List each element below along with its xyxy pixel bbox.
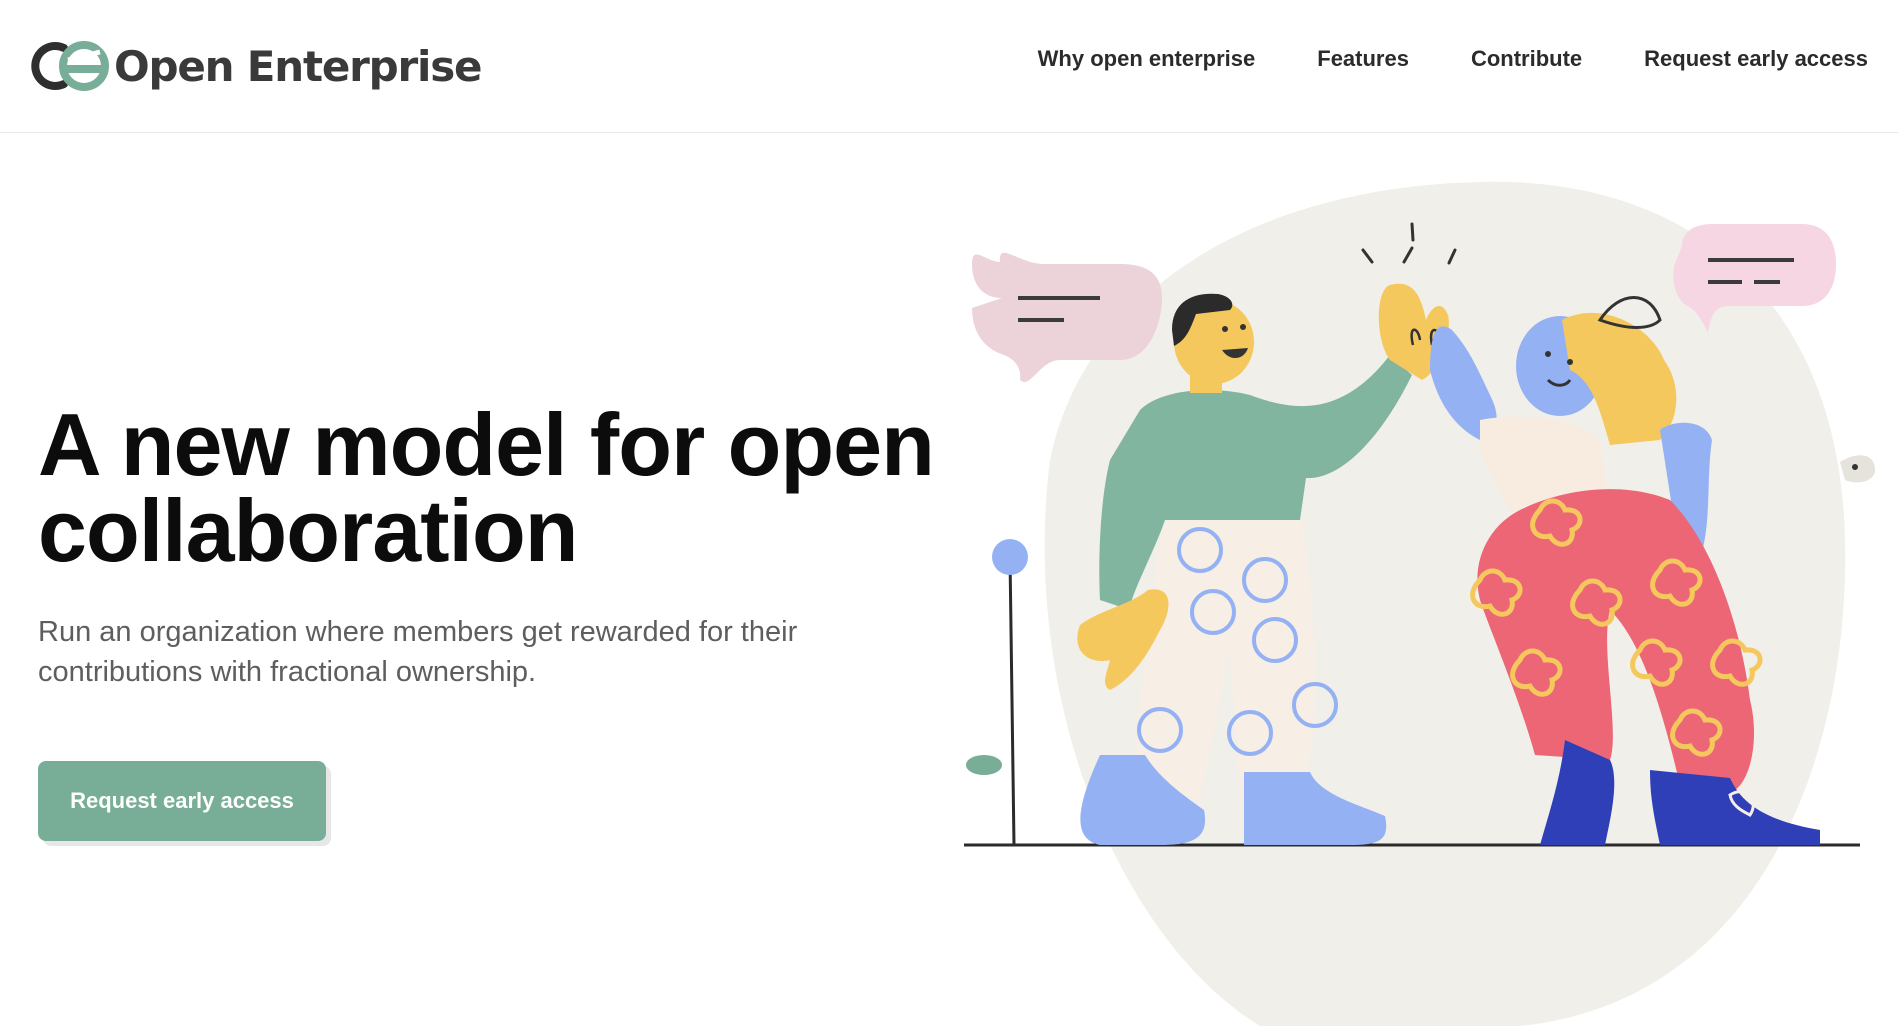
main-nav: Why open enterprise Features Contribute … xyxy=(1038,46,1868,72)
nav-contribute[interactable]: Contribute xyxy=(1471,46,1582,72)
bird-icon xyxy=(1840,455,1875,483)
hero-subtitle: Run an organization where members get re… xyxy=(38,616,798,688)
nav-request-early-access[interactable]: Request early access xyxy=(1644,46,1868,72)
brand-logo[interactable]: Open Enterprise xyxy=(24,36,483,96)
brand-name: Open Enterprise xyxy=(114,41,483,91)
site-header: Open Enterprise Why open enterprise Feat… xyxy=(0,0,1898,133)
flower-icon xyxy=(966,539,1028,846)
hero-title: A new model for open collaboration xyxy=(38,395,935,580)
high-five-illustration xyxy=(964,181,1875,1026)
nav-features[interactable]: Features xyxy=(1317,46,1409,72)
oe-logo-icon xyxy=(31,41,109,91)
nav-why-open-enterprise[interactable]: Why open enterprise xyxy=(1038,46,1256,72)
request-early-access-button[interactable]: Request early access xyxy=(38,761,326,841)
